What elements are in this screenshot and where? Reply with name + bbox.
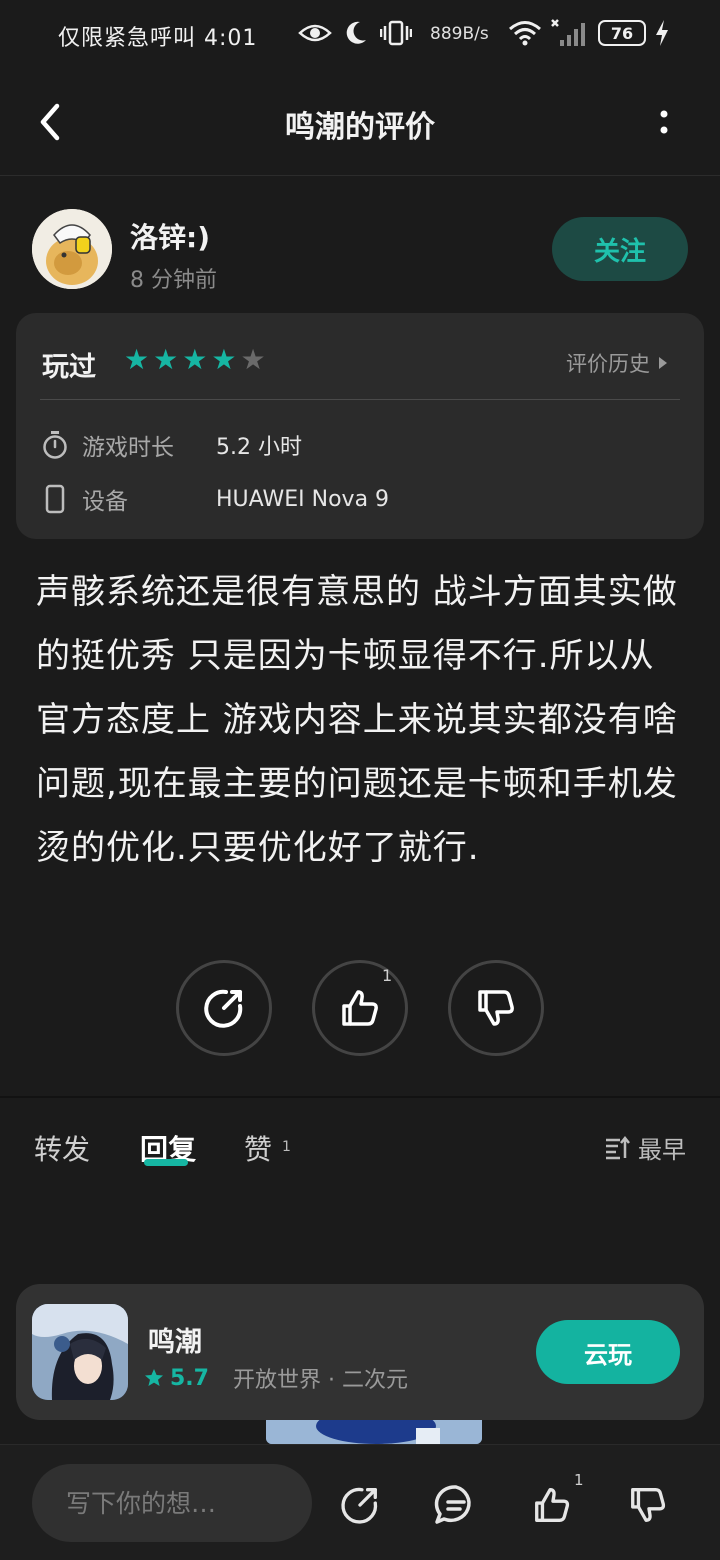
status-icons [298,16,412,50]
playtime-label: 游戏时长 [82,435,174,461]
like-count: 1 [382,966,393,985]
comment-icon [434,1485,471,1524]
net-speed: 889B/s [430,24,489,44]
status-bar: 仅限紧急呼叫 4:01 889B/s 76 [0,0,720,68]
signal-icon [551,19,585,46]
peek-graphic [266,1420,482,1444]
device-value: HUAWEI Nova 9 [216,486,390,512]
charging-icon [656,20,668,46]
more-button[interactable] [644,98,684,146]
game-tags: 开放世界 · 二次元 [232,1368,408,1393]
review-info-card: 玩过 ★ ★ ★ ★ ★ 评价历史 游戏时长 5.2 小时 设备 HUAWEI Nova… [16,313,704,539]
tab-likes[interactable]: 赞 [244,1128,272,1168]
review-history-link[interactable]: 评价历史 [566,348,668,378]
device-row: 设备 HUAWEI Nova 9 [42,481,389,517]
star-empty-icon: ★ [240,343,266,376]
status-bar-left: 仅限紧急呼叫 4:01 [58,20,257,52]
bottom-bar: 1 [0,1444,720,1560]
peek-art [266,1420,482,1444]
bottom-like-count: 1 [574,1471,584,1489]
triangle-right-icon [659,357,667,369]
cloud-play-button[interactable]: 云玩 [536,1320,680,1384]
played-label: 玩过 [42,352,96,383]
star-filled-icon: ★ [153,343,179,376]
tab-likes-count: 1 [282,1139,291,1155]
vibrate-icon [380,20,412,46]
thumbs-up-icon [535,1488,570,1522]
card-divider [40,399,680,400]
like-button[interactable] [312,960,408,1056]
thumbs-down-icon [478,990,514,1026]
wifi-icon [509,21,541,46]
battery-level: 76 [610,23,634,43]
header: 鸣潮的评价 [0,68,720,176]
bottom-like-button[interactable] [526,1479,578,1531]
playtime-row: 游戏时长 5.2 小时 [42,427,302,463]
star-filled-icon: ★ [211,343,237,376]
page-title: 鸣潮的评价 [285,110,435,145]
game-meta: 5.7 开放世界 · 二次元 [144,1362,408,1394]
follow-button[interactable]: 关注 [552,217,688,281]
stopwatch-icon [43,431,67,459]
avatar-image [32,209,112,289]
tab-active-indicator [144,1159,188,1166]
battery-icon: 76 [598,20,646,46]
review-history-label: 评价历史 [566,352,650,376]
moon-icon [346,21,366,44]
star-filled-icon: ★ [124,343,150,376]
star-icon [145,1369,163,1386]
game-icon-image [32,1304,128,1400]
eye-icon [298,24,332,42]
share-button[interactable] [176,960,272,1056]
playtime-value: 5.2 小时 [216,435,302,460]
status-right: 76 [508,14,670,52]
game-card[interactable]: 鸣潮 5.7 开放世界 · 二次元 云玩 [16,1284,704,1420]
bottom-comment-button[interactable] [430,1479,482,1531]
bottom-dislike-button[interactable] [622,1479,674,1531]
game-name: 鸣潮 [148,1327,202,1358]
dislike-button[interactable] [448,960,544,1056]
share-icon [204,989,243,1028]
share-icon [341,1487,378,1524]
star-filled-icon: ★ [182,343,208,376]
sort-label: 最早 [638,1136,686,1164]
game-art [32,1304,128,1400]
carrier-text: 仅限紧急呼叫 [58,26,197,51]
section-divider [0,1096,720,1098]
thumbs-up-icon [342,990,378,1026]
more-vertical-icon [660,110,668,134]
username[interactable]: 洛锌:) [130,216,210,256]
rating-stars: ★ ★ ★ ★ ★ [124,345,266,375]
review-text: 声骸系统还是很有意思的 战斗方面其实做的挺优秀 只是因为卡顿显得不行.所以从官方… [36,572,678,868]
avatar[interactable] [32,209,112,289]
comment-input[interactable] [32,1464,312,1542]
tab-forward[interactable]: 转发 [34,1128,90,1168]
bottom-share-button[interactable] [334,1479,386,1531]
device-label: 设备 [82,489,128,515]
sort-icon [606,1135,630,1159]
phone-icon [45,484,65,514]
post-time: 8 分钟前 [130,268,217,293]
thumbs-down-icon [631,1488,666,1522]
game-rating: 5.7 [170,1365,209,1391]
clock: 4:01 [204,26,258,51]
sort-button[interactable]: 最早 [604,1130,686,1165]
